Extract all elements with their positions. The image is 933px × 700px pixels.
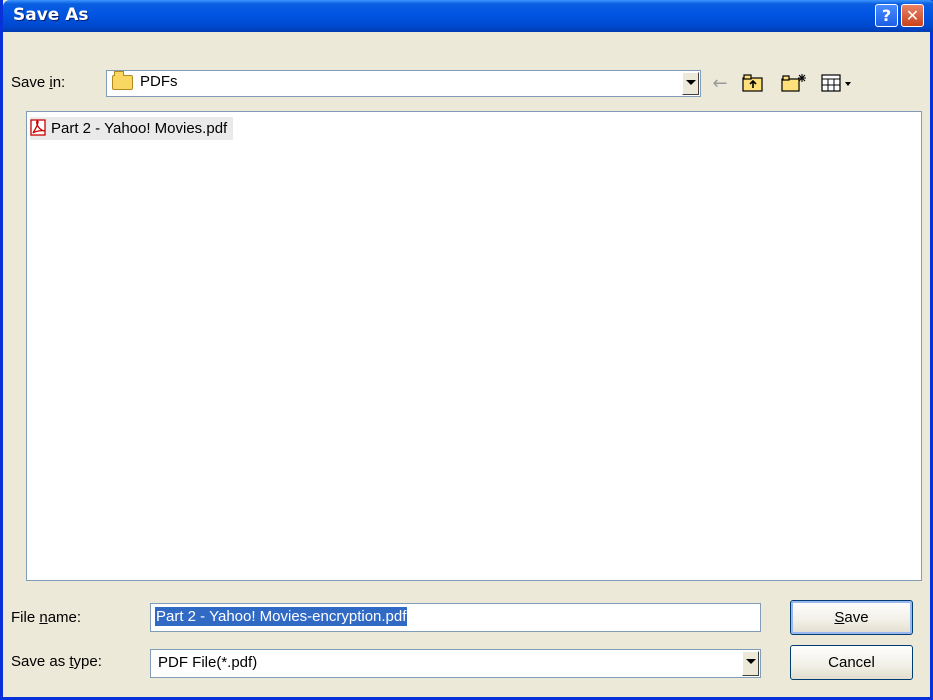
cancel-button[interactable]: Cancel [790,645,913,680]
file-list[interactable]: Part 2 - Yahoo! Movies.pdf [26,111,922,581]
help-button[interactable]: ? [875,4,898,27]
up-folder-icon[interactable] [741,73,765,95]
new-folder-icon[interactable] [781,73,807,95]
save-in-label: Save in: [11,74,66,91]
file-name-label: File name: [11,609,82,626]
save-as-dialog: Save As ? ✕ Save in: PDFs ← Part 2 - Yah… [0,0,933,700]
title-bar[interactable]: Save As ? ✕ [3,0,933,32]
file-name-value: Part 2 - Yahoo! Movies-encryption.pdf [155,607,408,626]
chevron-down-icon[interactable] [742,651,759,676]
close-button[interactable]: ✕ [901,4,924,27]
window-title: Save As [13,5,89,25]
pdf-file-icon [30,119,46,136]
save-in-value: PDFs [140,73,178,90]
views-menu-icon[interactable] [821,73,855,95]
save-as-type-label: Save as type: [11,653,102,670]
save-as-type-value: PDF File(*.pdf) [158,654,258,671]
folder-icon [112,71,133,90]
views-glyph [821,74,851,92]
file-name-field[interactable]: Part 2 - Yahoo! Movies-encryption.pdf [150,603,761,632]
new-folder-glyph [781,74,806,92]
save-in-dropdown[interactable]: PDFs [106,70,701,97]
save-button[interactable]: Save [790,600,913,635]
up-folder-glyph [742,74,763,92]
list-item[interactable]: Part 2 - Yahoo! Movies.pdf [30,117,234,140]
file-name-text: Part 2 - Yahoo! Movies.pdf [51,120,228,137]
save-as-type-dropdown[interactable]: PDF File(*.pdf) [150,649,761,678]
back-arrow-icon[interactable]: ← [709,73,731,95]
chevron-down-icon[interactable] [682,72,699,95]
